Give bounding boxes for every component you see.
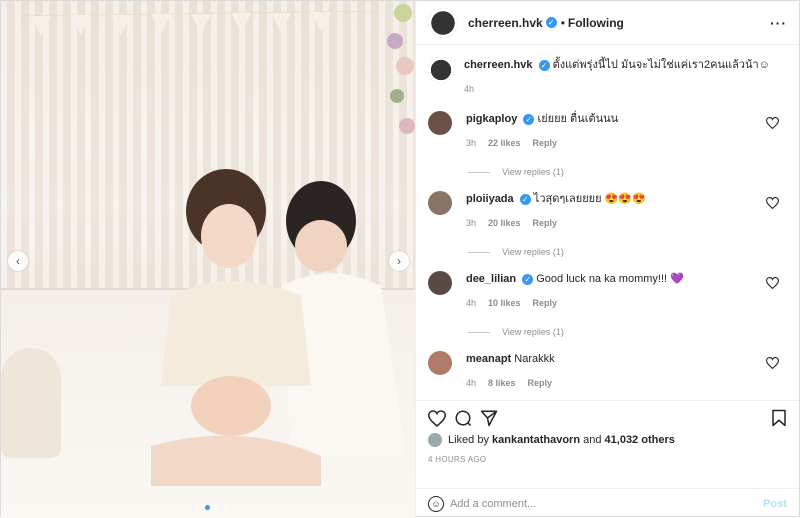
comment-time: 4h: [466, 375, 476, 391]
post-side-panel: cherreen.hvk ✓ • Following ··· cherreen.…: [415, 1, 799, 518]
comment-input[interactable]: Add a comment...: [450, 498, 536, 510]
carousel-dot-active: [205, 505, 210, 510]
reply-button[interactable]: Reply: [533, 295, 558, 311]
bunting-decoration: [21, 11, 381, 51]
teddy-bear: [1, 348, 61, 458]
post-header: cherreen.hvk ✓ • Following ···: [416, 1, 799, 45]
reply-button[interactable]: Reply: [533, 135, 558, 151]
comment-text: ไวสุดๆเลยยยย 😍😍😍: [534, 193, 646, 205]
verified-icon: ✓: [539, 60, 550, 71]
post-actions: Liked by kankantathavorn and 41,032 othe…: [416, 400, 799, 488]
woman-figure: [151, 166, 321, 486]
comment-heart-icon[interactable]: [766, 357, 779, 369]
share-icon[interactable]: [480, 409, 498, 427]
comment-text: เย่ยยย ตื่นเต้นนน: [537, 113, 618, 125]
comment-time: 3h: [466, 135, 476, 151]
view-replies-label: View replies (1): [502, 247, 564, 257]
comment-username[interactable]: meanapt: [466, 353, 511, 365]
view-replies-button[interactable]: View replies (1): [468, 247, 787, 257]
liker-username[interactable]: kankantathavorn: [492, 434, 580, 446]
verified-icon: ✓: [522, 274, 533, 285]
post-photo[interactable]: ‹ ›: [1, 1, 415, 518]
likes-joiner: and: [583, 434, 601, 446]
carousel-dot: [196, 505, 201, 510]
reply-button[interactable]: Reply: [528, 375, 553, 391]
comment-heart-icon[interactable]: [766, 117, 779, 129]
post-button[interactable]: Post: [763, 498, 787, 510]
view-replies-label: View replies (1): [502, 167, 564, 177]
comments-feed[interactable]: cherreen.hvk ✓ ตั้งแต่พรุ่งนี้ไป มันจะไม…: [416, 45, 799, 400]
caption-time: 4h: [464, 81, 770, 97]
comment-text: Good luck na ka mommy!!! 💜: [536, 273, 684, 285]
comment-username[interactable]: dee_lilian: [466, 273, 516, 285]
comment-time: 3h: [466, 215, 476, 231]
carousel-dot: [223, 505, 228, 510]
instagram-post: ‹ › cherreen.hvk ✓ • Following ··· cherr…: [0, 0, 800, 517]
comment: pigkaploy ✓ เย่ยยย ตื่นเต้นนน 3h 22 like…: [428, 111, 787, 151]
verified-icon: ✓: [523, 114, 534, 125]
next-photo-button[interactable]: ›: [389, 251, 409, 271]
likes-prefix: Liked by: [448, 434, 489, 446]
comment-likes[interactable]: 8 likes: [488, 375, 516, 391]
liker-avatar[interactable]: [428, 433, 442, 447]
caption-username[interactable]: cherreen.hvk: [464, 59, 532, 71]
action-icons: [428, 407, 787, 429]
caption: cherreen.hvk ✓ ตั้งแต่พรุ่งนี้ไป มันจะไม…: [428, 57, 787, 97]
smile-icon[interactable]: ☺: [428, 496, 444, 512]
comment-heart-icon[interactable]: [766, 277, 779, 289]
comment: dee_lilian ✓ Good luck na ka mommy!!! 💜 …: [428, 271, 787, 311]
author-username[interactable]: cherreen.hvk: [468, 16, 543, 30]
comment: ploiiyada ✓ ไวสุดๆเลยยยย 😍😍😍 3h 20 likes…: [428, 191, 787, 231]
header-dot: •: [561, 16, 565, 30]
comment-avatar[interactable]: [428, 111, 452, 135]
comment-avatar[interactable]: [428, 191, 452, 215]
comment-time: 4h: [466, 295, 476, 311]
caption-avatar[interactable]: [428, 57, 454, 83]
more-icon[interactable]: ···: [770, 15, 787, 31]
carousel-dot: [214, 505, 219, 510]
likes-summary: Liked by kankantathavorn and 41,032 othe…: [428, 433, 787, 447]
comment-icon[interactable]: [454, 409, 472, 427]
reply-button[interactable]: Reply: [533, 215, 558, 231]
view-replies-label: View replies (1): [502, 327, 564, 337]
verified-icon: ✓: [520, 194, 531, 205]
view-replies-button[interactable]: View replies (1): [468, 327, 787, 337]
comment-username[interactable]: pigkaploy: [466, 113, 517, 125]
author-avatar[interactable]: [428, 8, 458, 38]
comment-avatar[interactable]: [428, 271, 452, 295]
caption-text: ตั้งแต่พรุ่งนี้ไป มันจะไม่ใช่แค่เรา2คนแล…: [553, 59, 770, 71]
heart-icon[interactable]: [428, 410, 446, 427]
add-comment-bar: ☺ Add a comment... Post: [416, 488, 799, 518]
comment-heart-icon[interactable]: [766, 197, 779, 209]
bookmark-icon[interactable]: [771, 409, 787, 427]
comment-username[interactable]: ploiiyada: [466, 193, 514, 205]
comment-likes[interactable]: 10 likes: [488, 295, 521, 311]
flower-decoration: [385, 1, 415, 151]
comment-likes[interactable]: 22 likes: [488, 135, 521, 151]
comment-text: Narakkk: [514, 353, 554, 365]
comment-avatar[interactable]: [428, 351, 452, 375]
view-replies-button[interactable]: View replies (1): [468, 167, 787, 177]
comment: meanapt Narakkk 4h 8 likes Reply: [428, 351, 787, 391]
likes-others[interactable]: 41,032 others: [605, 434, 675, 446]
verified-icon: ✓: [546, 17, 557, 28]
comment-likes[interactable]: 20 likes: [488, 215, 521, 231]
following-button[interactable]: Following: [568, 16, 624, 30]
previous-photo-button[interactable]: ‹: [8, 251, 28, 271]
carousel-dots: [196, 505, 228, 510]
posted-ago: 4 HOURS AGO: [428, 455, 787, 464]
